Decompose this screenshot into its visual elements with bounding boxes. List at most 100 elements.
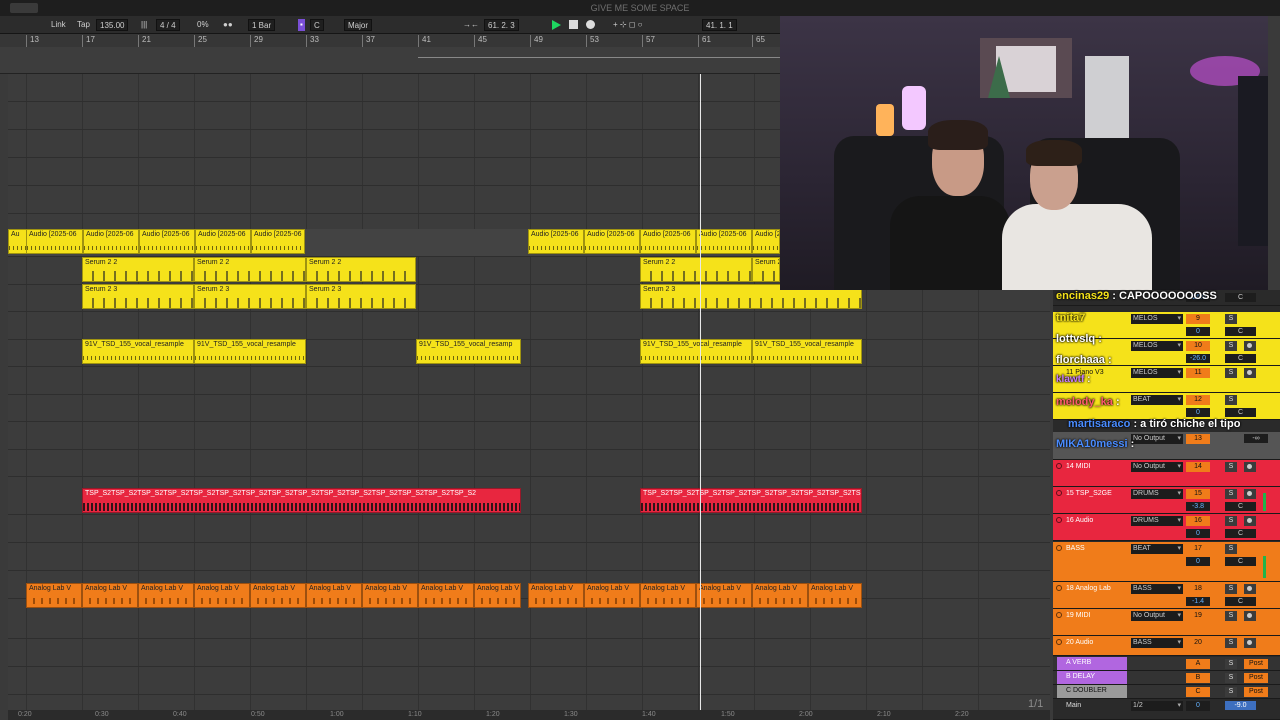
post-button[interactable]: Post [1244, 687, 1268, 697]
play-icon[interactable] [552, 20, 561, 30]
bass-clip[interactable]: Analog Lab V [584, 583, 640, 608]
bass-clip[interactable]: Analog Lab V [194, 583, 250, 608]
solo-button[interactable]: S [1225, 462, 1237, 472]
tempo-field[interactable]: 135.00 [96, 19, 129, 31]
output-select[interactable]: DRUMS [1131, 516, 1183, 526]
output-select[interactable]: DRUMS [1131, 489, 1183, 499]
bass-clip[interactable]: Analog Lab V [82, 583, 138, 608]
arm-button[interactable] [1244, 638, 1256, 648]
mixer-channel[interactable]: 16 Audio DRUMS 16 S 0 C [1053, 514, 1280, 541]
track-number[interactable]: C [1186, 687, 1210, 697]
audio-clip[interactable]: Audio [2025-06 [139, 229, 195, 254]
volume-field[interactable]: -1.4 [1186, 597, 1210, 606]
track-number[interactable]: 19 [1186, 611, 1210, 621]
bass-clip[interactable]: Analog Lab V [26, 583, 82, 608]
loop-brace[interactable] [418, 57, 780, 62]
track-number[interactable]: 15 [1186, 489, 1210, 499]
bar-ruler[interactable]: 13 17 21 25 29 33 37 41 45 49 53 57 61 6… [0, 34, 780, 74]
audio-clip[interactable]: Audio [2025-06 [26, 229, 83, 254]
track-lane[interactable] [8, 422, 1050, 450]
mixer-channel[interactable]: 19 MIDI No Output 19 S [1053, 609, 1280, 636]
track-number[interactable]: 17 [1186, 544, 1210, 554]
volume-field[interactable]: -3.8 [1186, 502, 1210, 511]
output-select[interactable]: No Output [1131, 462, 1183, 472]
arm-button[interactable] [1244, 584, 1256, 594]
solo-button[interactable]: S [1225, 673, 1237, 683]
audio-clip[interactable]: 91V_TSD_155_vocal_resamp [416, 339, 521, 364]
bass-clip[interactable]: Analog Lab V [250, 583, 306, 608]
arm-button[interactable] [1244, 462, 1256, 472]
bass-clip[interactable]: Analog Lab V [640, 583, 696, 608]
pan-field[interactable]: C [1225, 597, 1256, 606]
solo-button[interactable]: S [1225, 611, 1237, 621]
return-channel[interactable]: C DOUBLER C S Post [1053, 685, 1280, 699]
bass-clip[interactable]: Analog Lab V [528, 583, 584, 608]
output-select[interactable]: BASS [1131, 584, 1183, 594]
drum-clip[interactable]: TSP_S2TSP_S2TSP_S2TSP_S2TSP_S2TSP_S2TSP_… [82, 488, 521, 513]
output-select[interactable]: 1/2 [1131, 701, 1183, 711]
audio-clip[interactable]: 91V_TSD_155_vocal_resample [752, 339, 862, 364]
track-number[interactable]: 20 [1186, 638, 1210, 648]
mixer-channel[interactable]: 20 Audio BASS 20 S [1053, 636, 1280, 656]
arm-button[interactable] [1244, 489, 1256, 499]
bass-clip[interactable]: Analog Lab V [306, 583, 362, 608]
pan-field[interactable]: C [1225, 529, 1256, 538]
bass-clip[interactable]: Analog Lab V [752, 583, 808, 608]
follow-icon[interactable]: →← [460, 19, 482, 31]
bass-clip[interactable]: Analog Lab V [418, 583, 474, 608]
audio-clip[interactable]: 91V_TSD_155_vocal_resample [82, 339, 194, 364]
audio-clip[interactable]: Au [8, 229, 28, 254]
pan-field[interactable]: C [1225, 502, 1256, 511]
track-lane[interactable] [8, 312, 1050, 340]
volume-field[interactable]: -9.0 [1225, 701, 1256, 710]
track-number[interactable]: A [1186, 659, 1210, 669]
pan-field[interactable]: C [1225, 557, 1256, 566]
solo-button[interactable]: S [1225, 584, 1237, 594]
mixer-channel[interactable]: 18 Analog Lab BASS 18 S -1.4 C [1053, 582, 1280, 609]
track-number[interactable]: 14 [1186, 462, 1210, 472]
song-position[interactable]: 61. 2. 3 [484, 19, 519, 31]
midi-clip[interactable]: Serum 2 3 [306, 284, 416, 309]
audio-clip[interactable]: Audio [2025-06 [640, 229, 696, 254]
audio-clip[interactable]: 91V_TSD_155_vocal_resample [640, 339, 752, 364]
audio-clip[interactable]: Audio [2025-06 [696, 229, 752, 254]
scale-select[interactable]: Major [344, 19, 373, 31]
midi-clip[interactable]: Serum 2 3 [194, 284, 306, 309]
track-lane[interactable] [8, 611, 1050, 639]
output-select[interactable]: No Output [1131, 611, 1183, 621]
main-channel[interactable]: Main 1/2 0 -9.0 [1053, 699, 1280, 720]
solo-button[interactable]: S [1225, 516, 1237, 526]
bass-clip[interactable]: Analog Lab V [696, 583, 752, 608]
track-lane[interactable] [8, 639, 1050, 667]
track-number[interactable]: 16 [1186, 516, 1210, 526]
midi-clip[interactable]: Serum 2 2 [752, 257, 780, 282]
volume-field[interactable]: 0 [1186, 557, 1210, 566]
midi-clip[interactable]: Serum 2 2 [640, 257, 752, 282]
loop-start-field[interactable]: 41. 1. 1 [702, 19, 737, 31]
time-signature[interactable]: 4 / 4 [156, 19, 180, 31]
post-button[interactable]: Post [1244, 673, 1268, 683]
audio-clip[interactable]: 91V_TSD_155_vocal_resample [194, 339, 306, 364]
swing-field[interactable]: 0% [194, 19, 212, 31]
bass-clip[interactable]: Analog Lab V [808, 583, 862, 608]
volume-field[interactable]: 0 [1186, 529, 1210, 538]
drum-clip[interactable]: TSP_S2TSP_S2TSP_S2TSP_S2TSP_S2TSP_S2TSP_… [640, 488, 862, 513]
post-button[interactable]: Post [1244, 659, 1268, 669]
solo-button[interactable]: S [1225, 687, 1237, 697]
mixer-channel[interactable]: BASS BEAT 17 S 0 C [1053, 542, 1280, 582]
track-lane[interactable] [8, 515, 1050, 543]
track-lane[interactable] [8, 394, 1050, 422]
ruler-strip[interactable]: 13 17 21 25 29 33 37 41 45 49 53 57 61 6… [0, 34, 780, 47]
track-number[interactable]: B [1186, 673, 1210, 683]
mixer-channel[interactable]: 14 MIDI No Output 14 S [1053, 460, 1280, 487]
midi-clip[interactable]: Serum 2 2 [194, 257, 306, 282]
midi-clip[interactable]: Serum 2 2 [82, 257, 194, 282]
solo-button[interactable]: S [1225, 544, 1237, 554]
return-channel[interactable]: B DELAY B S Post [1053, 671, 1280, 685]
audio-clip[interactable]: Audio [2025-06 [752, 229, 780, 254]
stop-icon[interactable] [569, 20, 578, 29]
tap-button[interactable]: Tap [74, 19, 93, 31]
solo-button[interactable]: S [1225, 659, 1237, 669]
midi-clip[interactable]: Serum 2 2 [306, 257, 416, 282]
key-select[interactable]: C [310, 19, 324, 31]
